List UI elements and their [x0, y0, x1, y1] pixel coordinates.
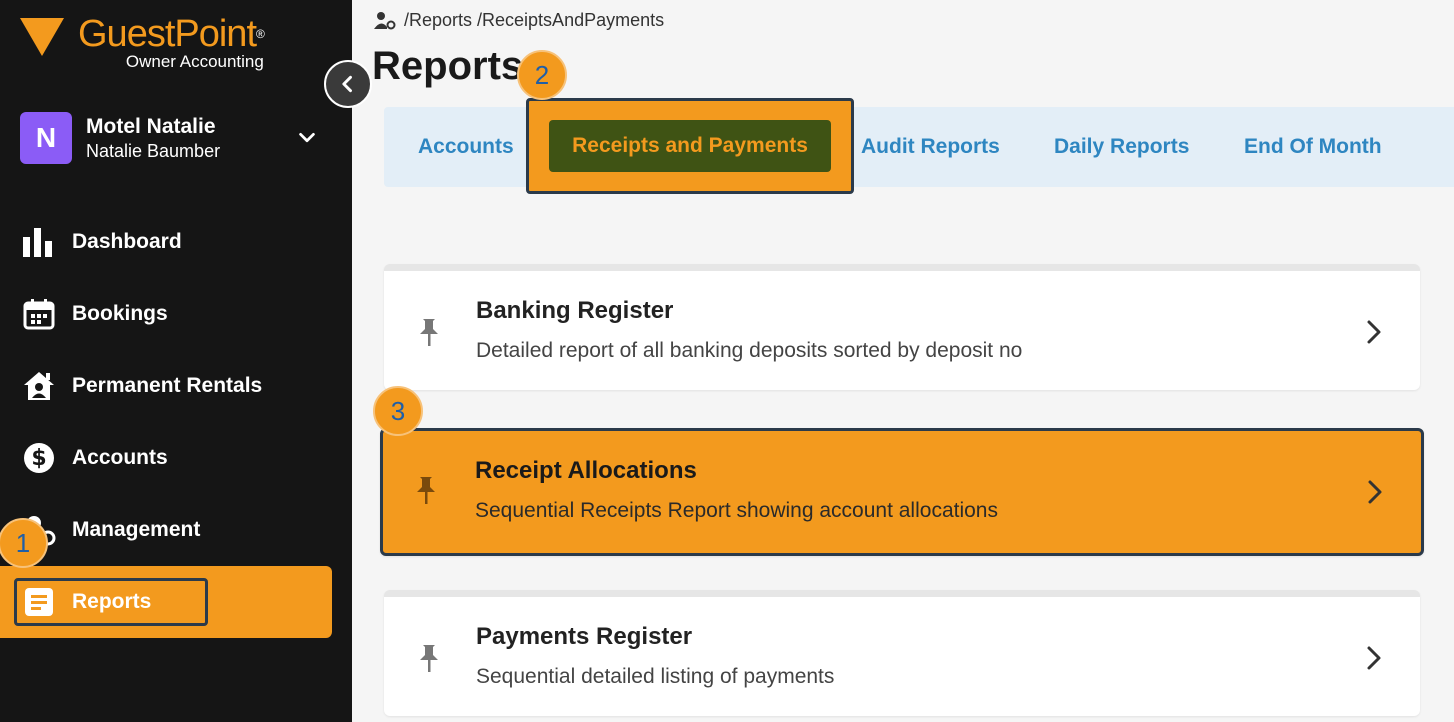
sidebar-item-dashboard[interactable]: Dashboard — [0, 206, 352, 278]
sidebar-item-label: Accounts — [72, 446, 168, 469]
calendar-icon — [22, 297, 56, 331]
chevron-down-icon[interactable] — [296, 127, 318, 149]
sidebar-item-label: Permanent Rentals — [72, 374, 263, 397]
main-content: /Reports /ReceiptsAndPayments Reports Ac… — [352, 0, 1454, 722]
chevron-right-icon — [1367, 646, 1381, 670]
user-name: Motel Natalie — [86, 115, 216, 138]
report-description: Sequential Receipts Report showing accou… — [475, 499, 998, 522]
report-card-receipt-allocations[interactable]: Receipt Allocations Sequential Receipts … — [380, 428, 1424, 556]
sidebar-item-label: Dashboard — [72, 230, 182, 253]
sidebar-item-bookings[interactable]: Bookings — [0, 278, 352, 350]
brand-logo[interactable]: GuestPoint® Owner Accounting — [20, 13, 265, 72]
sidebar-item-accounts[interactable]: $ Accounts — [0, 422, 352, 494]
step-badge-1: 1 — [0, 518, 48, 568]
tab-highlight-box: Receipts and Payments — [526, 98, 854, 194]
user-gear-icon — [374, 11, 396, 29]
report-title: Banking Register — [476, 297, 674, 324]
brand-trademark: ® — [256, 27, 265, 41]
chevron-right-icon — [1368, 480, 1382, 504]
user-subname: Natalie Baumber — [86, 141, 221, 161]
sidebar: GuestPoint® Owner Accounting N Motel Nat… — [0, 0, 352, 722]
tab-accounts[interactable]: Accounts — [418, 107, 514, 187]
tab-end-of-month[interactable]: End Of Month — [1244, 107, 1382, 187]
chevron-left-icon — [342, 75, 352, 93]
house-user-icon — [22, 369, 56, 403]
sidebar-item-permanent-rentals[interactable]: Permanent Rentals — [0, 350, 352, 422]
report-description: Sequential detailed listing of payments — [476, 665, 835, 688]
bar-chart-icon — [22, 225, 56, 259]
logo-triangle-icon — [20, 18, 64, 56]
sidebar-item-management[interactable]: Management — [0, 494, 352, 566]
pin-icon[interactable] — [413, 475, 439, 505]
brand-subtitle: Owner Accounting — [125, 52, 264, 71]
report-card-banking-register[interactable]: Banking Register Detailed report of all … — [384, 264, 1420, 390]
breadcrumb: /Reports /ReceiptsAndPayments — [374, 10, 664, 31]
tab-daily-reports[interactable]: Daily Reports — [1054, 107, 1189, 187]
highlight-box — [14, 578, 208, 626]
tab-audit-reports[interactable]: Audit Reports — [861, 107, 1000, 187]
svg-text:$: $ — [31, 446, 46, 471]
sidebar-nav: Dashboard Bookings Permanent Rentals $ A… — [0, 206, 352, 638]
report-title: Receipt Allocations — [475, 457, 697, 484]
step-badge-2: 2 — [517, 50, 567, 100]
report-description: Detailed report of all banking deposits … — [476, 339, 1023, 362]
report-tabs: Accounts Receipts and Payments Audit Rep… — [384, 98, 1454, 194]
breadcrumb-path[interactable]: /Reports /ReceiptsAndPayments — [404, 10, 664, 31]
step-badge-3: 3 — [373, 386, 423, 436]
report-title: Payments Register — [476, 623, 693, 650]
chevron-right-icon — [1367, 320, 1381, 344]
avatar: N — [20, 112, 72, 164]
pin-icon[interactable] — [416, 317, 442, 347]
dollar-circle-icon: $ — [22, 441, 56, 475]
sidebar-item-label: Management — [72, 518, 201, 541]
sidebar-item-reports[interactable]: Reports — [0, 566, 332, 638]
pin-icon[interactable] — [416, 643, 442, 673]
brand-name: GuestPoint — [78, 13, 257, 55]
sidebar-item-label: Bookings — [72, 302, 168, 325]
page-title: Reports — [372, 44, 524, 88]
collapse-sidebar-button[interactable] — [324, 60, 372, 108]
tab-receipts-and-payments[interactable]: Receipts and Payments — [549, 120, 831, 172]
report-card-payments-register[interactable]: Payments Register Sequential detailed li… — [384, 590, 1420, 716]
user-switcher[interactable]: N Motel Natalie Natalie Baumber — [20, 112, 330, 164]
